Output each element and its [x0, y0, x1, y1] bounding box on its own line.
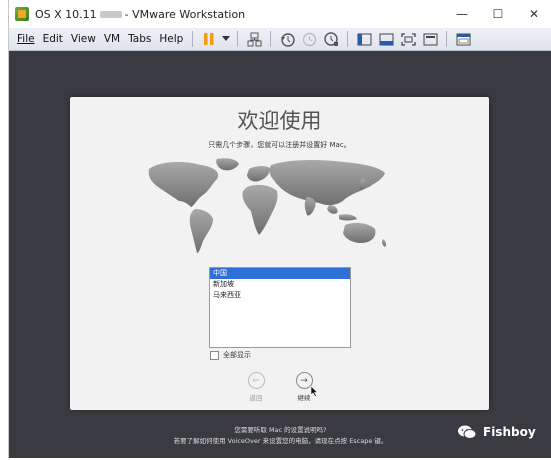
snapshot-icon[interactable]: [279, 31, 295, 47]
voiceover-question: 您需要听取 Mac 的设置说明吗?: [234, 426, 327, 434]
console-view-icon[interactable]: [378, 31, 394, 47]
pause-icon[interactable]: [201, 31, 217, 47]
country-list[interactable]: 中国 新加坡 马来西亚: [209, 267, 351, 348]
list-item[interactable]: 马来西亚: [210, 290, 350, 301]
title-bar: OS X 10.11 - VMware Workstation — ☐ ✕: [9, 0, 551, 28]
welcome-title: 欢迎使用: [237, 109, 322, 133]
arrow-left-icon: ←: [247, 372, 265, 389]
menu-view[interactable]: View: [67, 33, 100, 45]
welcome-panel: 欢迎使用 只需几个步骤，您就可以注册并设置好 Mac。 中国 新加坡 马来西亚 …: [70, 97, 489, 410]
display-settings-icon[interactable]: [455, 31, 471, 47]
fullscreen-icon[interactable]: [400, 31, 416, 47]
show-all-option[interactable]: 全部显示: [210, 350, 251, 360]
maximize-button[interactable]: ☐: [480, 0, 516, 28]
minimize-button[interactable]: —: [444, 0, 480, 28]
toolbar-separator: [347, 31, 349, 47]
list-item[interactable]: 中国: [210, 268, 350, 279]
voiceover-instructions: 若要了解如何使用 VoiceOver 来设置您的电脑，请现在点按 Escape …: [173, 437, 388, 445]
vmware-window: OS X 10.11 - VMware Workstation — ☐ ✕ Fil…: [8, 0, 551, 458]
close-button[interactable]: ✕: [516, 0, 551, 28]
menu-bar: File Edit View VM Tabs Help: [9, 28, 551, 51]
window-controls: — ☐ ✕: [444, 0, 551, 28]
window-title: OS X 10.11 - VMware Workstation: [35, 8, 245, 21]
wechat-icon: [458, 425, 477, 439]
back-label: 返回: [249, 394, 263, 402]
menu-tabs[interactable]: Tabs: [124, 33, 155, 45]
watermark-text: Fishboy: [483, 425, 536, 439]
show-all-label: 全部显示: [223, 351, 251, 359]
menu-edit[interactable]: Edit: [39, 33, 67, 45]
show-all-checkbox[interactable]: [210, 350, 219, 360]
menu-help[interactable]: Help: [155, 33, 187, 45]
vm-display[interactable]: 欢迎使用 只需几个步骤，您就可以注册并设置好 Mac。 中国 新加坡 马来西亚 …: [9, 51, 551, 458]
unity-icon[interactable]: [422, 31, 438, 47]
revert-snapshot-icon: [301, 31, 317, 47]
vmware-app-icon: [15, 7, 29, 21]
redacted-text: [99, 11, 122, 18]
title-prefix: OS X 10.11: [35, 7, 97, 21]
toolbar-separator: [270, 31, 272, 47]
sidebar-view-icon[interactable]: [356, 31, 372, 47]
menu-file[interactable]: File: [13, 33, 39, 45]
watermark: Fishboy: [457, 424, 536, 440]
snapshot-manager-icon[interactable]: [323, 31, 339, 47]
world-map-image: [148, 158, 387, 253]
list-item[interactable]: 新加坡: [210, 279, 350, 290]
mouse-cursor-icon: [310, 386, 318, 397]
network-icon[interactable]: [246, 31, 262, 47]
welcome-subtitle: 只需几个步骤，您就可以注册并设置好 Mac。: [208, 141, 351, 149]
toolbar-separator: [237, 31, 239, 47]
back-button: ← 返回: [246, 372, 266, 402]
title-suffix: - VMware Workstation: [124, 7, 246, 21]
toolbar-separator: [446, 31, 448, 47]
chevron-down-icon[interactable]: [222, 31, 231, 47]
menu-vm[interactable]: VM: [100, 33, 124, 45]
toolbar-separator: [192, 31, 194, 47]
